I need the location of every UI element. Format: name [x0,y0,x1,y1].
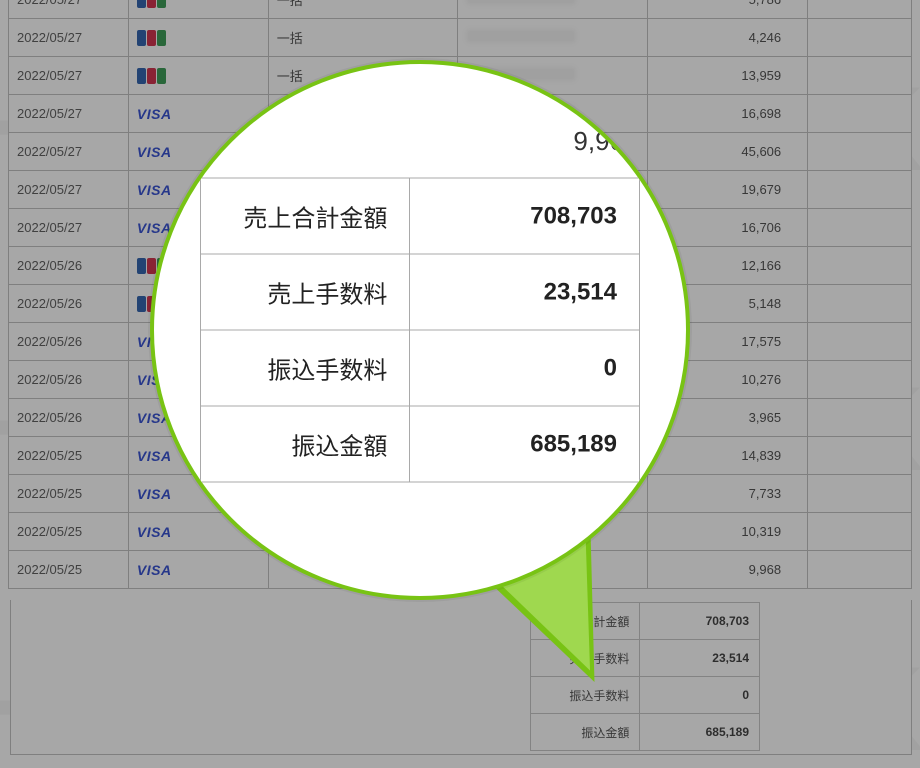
visa-logo-icon: VISA [137,106,172,122]
visa-logo-icon: VISA [137,448,172,464]
cell-amount: 5,786 [648,0,808,19]
cell-date: 2022/05/25 [9,513,129,551]
summary-row: 振込手数料0 [201,330,640,406]
cell-date: 2022/05/26 [9,361,129,399]
magnified-summary-table: 売上合計金額708,703売上手数料23,514振込手数料0振込金額685,18… [200,178,640,483]
table-row: 2022/05/27 一括 5,786 [9,0,912,19]
summary-value: 23,514 [640,640,760,677]
cell-card-brand [128,19,268,57]
summary-value: 0 [410,330,640,406]
visa-logo-icon: VISA [137,182,172,198]
jcb-logo-icon [137,30,166,46]
cell-trailing [808,247,912,285]
cell-amount: 7,733 [648,475,808,513]
cell-amount: 9,968 [648,551,808,589]
magnifier-lens: 9,96 売上合計金額708,703売上手数料23,514振込手数料0振込金額6… [150,60,690,600]
cell-pay-method: 一括 [268,0,458,19]
summary-row: 売上手数料23,514 [201,254,640,330]
cell-trailing [808,399,912,437]
visa-logo-icon: VISA [137,144,172,160]
cell-pay-method: 一括 [268,19,458,57]
summary-label: 振込手数料 [201,330,410,406]
peeked-cell-value: 9,96 [573,126,624,157]
visa-logo-icon: VISA [137,220,172,236]
cell-trailing [808,285,912,323]
cell-amount: 19,679 [648,171,808,209]
visa-logo-icon: VISA [137,486,172,502]
summary-value: 708,703 [410,178,640,254]
cell-amount: 10,319 [648,513,808,551]
summary-label: 売上合計金額 [201,178,410,254]
cell-date: 2022/05/27 [9,57,129,95]
cell-date: 2022/05/25 [9,551,129,589]
summary-value: 708,703 [640,603,760,640]
cell-date: 2022/05/25 [9,475,129,513]
cell-date: 2022/05/27 [9,19,129,57]
jcb-logo-icon [137,68,166,84]
summary-label: 売上手数料 [201,254,410,330]
summary-value: 685,189 [640,714,760,751]
cell-trailing [808,171,912,209]
cell-amount: 45,606 [648,133,808,171]
summary-value: 0 [640,677,760,714]
summary-row: 振込金額685,189 [201,406,640,482]
cell-date: 2022/05/27 [9,171,129,209]
jcb-logo-icon [137,0,166,8]
visa-logo-icon: VISA [137,562,172,578]
cell-trailing [808,513,912,551]
summary-row: 振込金額685,189 [531,714,760,751]
cell-trailing [808,0,912,19]
cell-description [458,0,648,19]
cell-date: 2022/05/26 [9,247,129,285]
cell-trailing [808,361,912,399]
cell-amount: 16,698 [648,95,808,133]
cell-trailing [808,551,912,589]
table-row: 2022/05/27 一括 4,246 [9,19,912,57]
summary-label: 振込金額 [531,714,640,751]
cell-trailing [808,209,912,247]
cell-date: 2022/05/27 [9,0,129,19]
summary-value: 23,514 [410,254,640,330]
cell-date: 2022/05/27 [9,209,129,247]
summary-row: 売上合計金額708,703 [201,178,640,254]
summary-panel [10,600,912,755]
cell-trailing [808,57,912,95]
cell-amount: 13,959 [648,57,808,95]
summary-value: 685,189 [410,406,640,482]
cell-card-brand [128,57,268,95]
cell-date: 2022/05/27 [9,95,129,133]
cell-description [458,19,648,57]
summary-label: 振込金額 [201,406,410,482]
cell-trailing [808,475,912,513]
cell-date: 2022/05/27 [9,133,129,171]
cell-card-brand: VISA [128,551,268,589]
cell-trailing [808,19,912,57]
cell-card-brand [128,0,268,19]
cell-trailing [808,437,912,475]
cell-trailing [808,95,912,133]
cell-date: 2022/05/25 [9,437,129,475]
cell-date: 2022/05/26 [9,323,129,361]
visa-logo-icon: VISA [137,524,172,540]
cell-amount: 14,839 [648,437,808,475]
cell-trailing [808,323,912,361]
cell-date: 2022/05/26 [9,285,129,323]
cell-trailing [808,133,912,171]
cell-amount: 4,246 [648,19,808,57]
cell-date: 2022/05/26 [9,399,129,437]
